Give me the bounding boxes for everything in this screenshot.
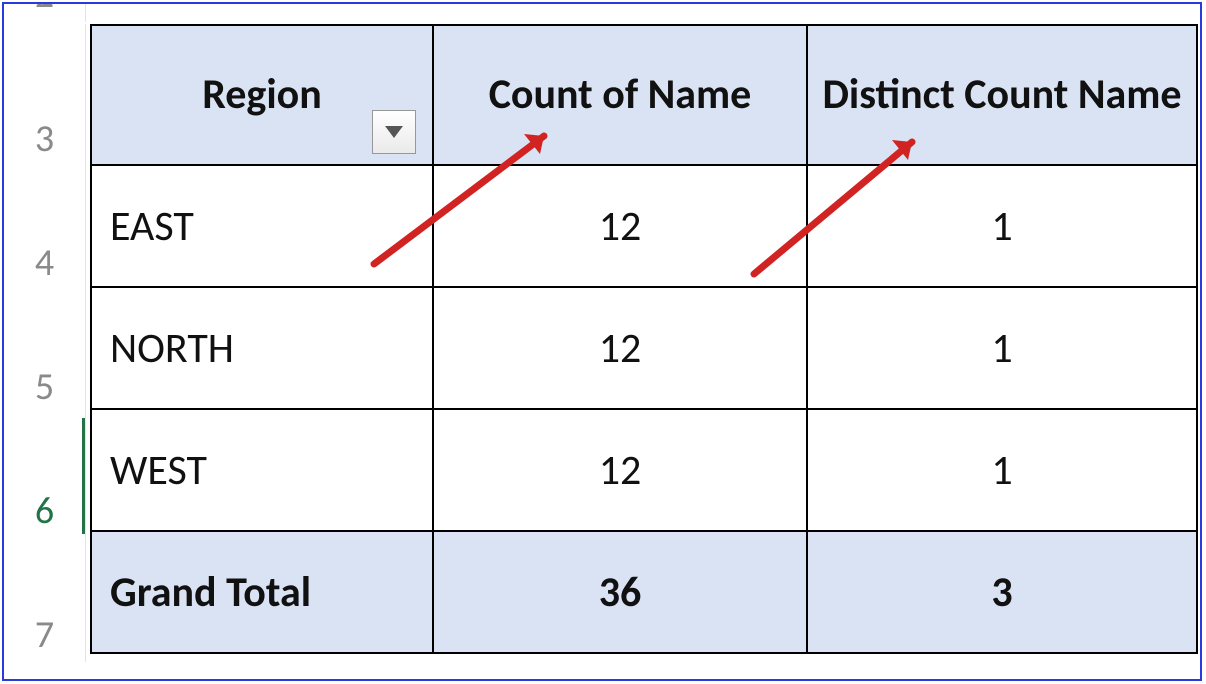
row-header-gutter: 2 3 4 5 6 7 <box>4 4 86 679</box>
pivot-header-distinct-label: Distinct Count Name <box>822 69 1181 120</box>
cell-count[interactable]: 12 <box>433 165 807 287</box>
row-header-6[interactable]: 6 <box>4 414 86 538</box>
grand-total-row[interactable]: Grand Total 36 3 <box>91 531 1197 653</box>
cell-region[interactable]: EAST <box>91 165 433 287</box>
row-header-5[interactable]: 5 <box>4 290 86 414</box>
cell-count[interactable]: 12 <box>433 287 807 409</box>
cell-distinct[interactable]: 1 <box>807 409 1197 531</box>
filter-dropdown-button[interactable] <box>372 110 416 154</box>
table-row[interactable]: EAST 12 1 <box>91 165 1197 287</box>
viewport: 2 3 4 5 6 7 Region Count of Name D <box>2 2 1202 681</box>
cell-region[interactable]: NORTH <box>91 287 433 409</box>
cell-count[interactable]: 12 <box>433 409 807 531</box>
pivot-header-row: Region Count of Name Distinct Count Name <box>91 25 1197 165</box>
cell-total-count[interactable]: 36 <box>433 531 807 653</box>
row-header-2[interactable]: 2 <box>4 2 86 22</box>
row-header-3[interactable]: 3 <box>4 24 86 166</box>
pivot-table[interactable]: Region Count of Name Distinct Count Name… <box>90 24 1198 654</box>
cell-total-label[interactable]: Grand Total <box>91 531 433 653</box>
pivot-header-count[interactable]: Count of Name <box>433 25 807 165</box>
row-header-4[interactable]: 4 <box>4 166 86 290</box>
pivot-header-distinct[interactable]: Distinct Count Name <box>807 25 1197 165</box>
table-row[interactable]: WEST 12 1 <box>91 409 1197 531</box>
pivot-header-count-label: Count of Name <box>489 69 752 120</box>
pivot-header-region[interactable]: Region <box>91 25 433 165</box>
cell-total-distinct[interactable]: 3 <box>807 531 1197 653</box>
cell-distinct[interactable]: 1 <box>807 165 1197 287</box>
table-row[interactable]: NORTH 12 1 <box>91 287 1197 409</box>
row-header-7[interactable]: 7 <box>4 538 86 662</box>
cell-distinct[interactable]: 1 <box>807 287 1197 409</box>
cell-region[interactable]: WEST <box>91 409 433 531</box>
chevron-down-icon <box>385 126 403 138</box>
pivot-header-region-label: Region <box>202 69 322 120</box>
